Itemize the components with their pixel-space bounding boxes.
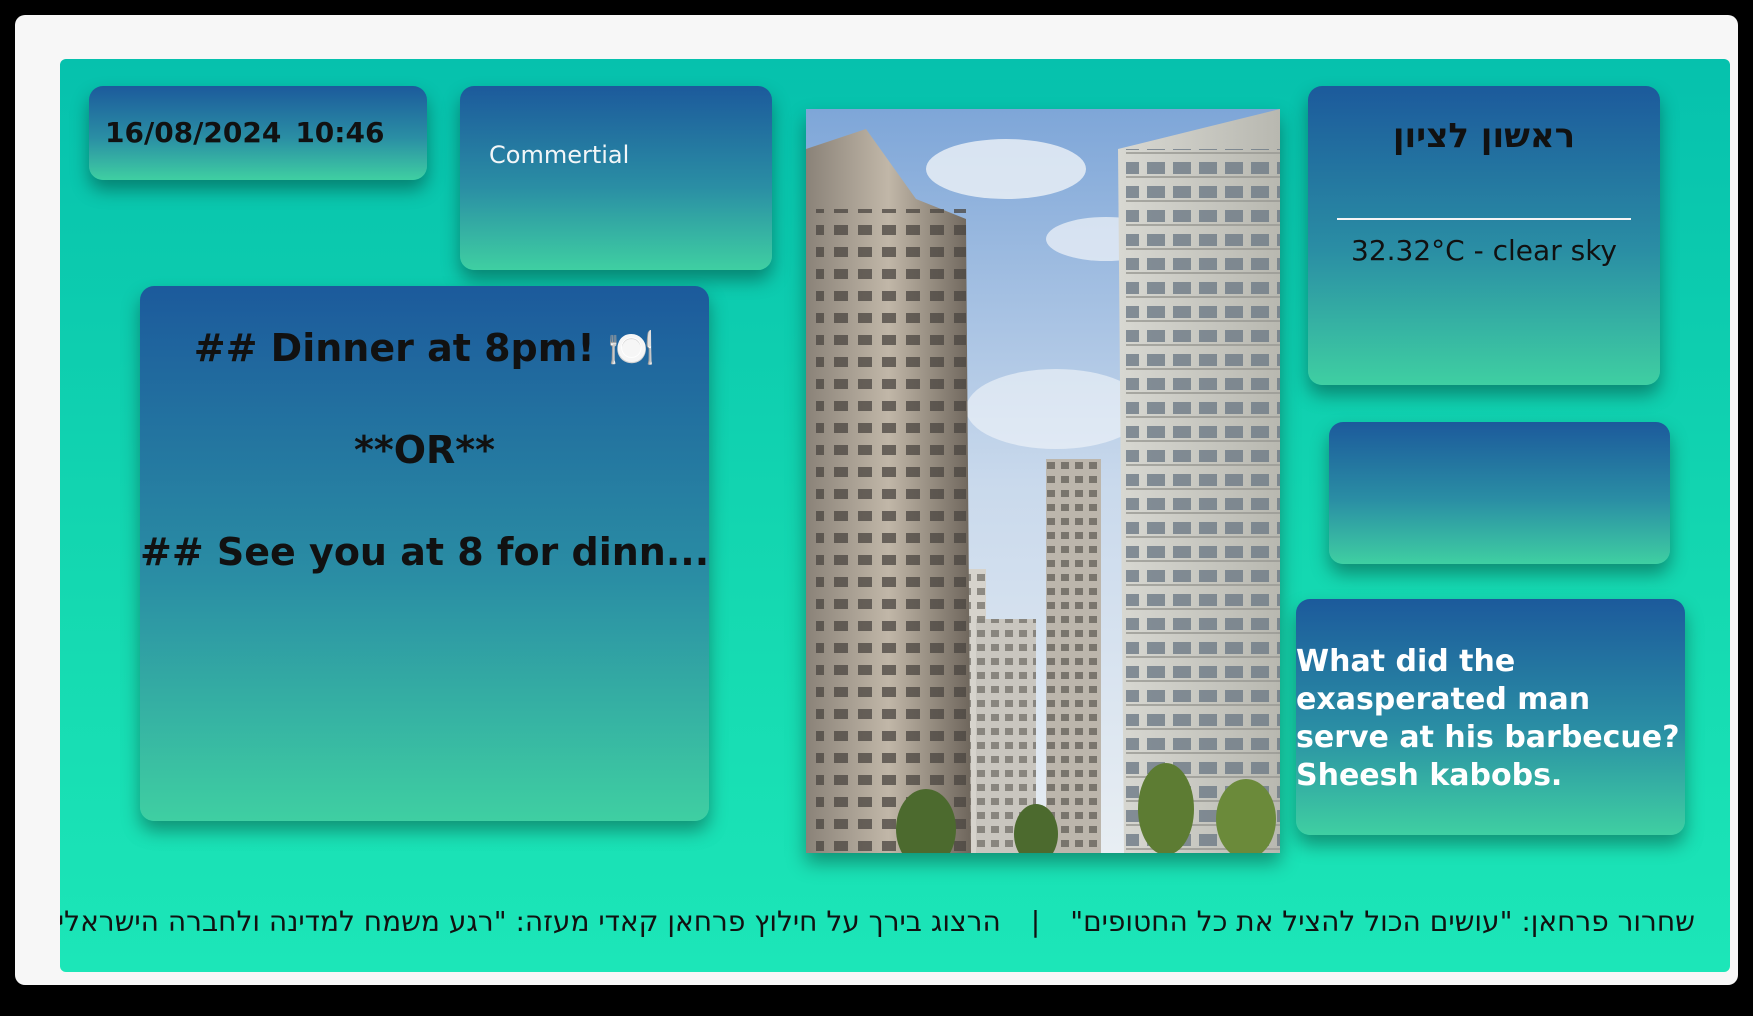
- ticker-separator: |: [1030, 905, 1041, 938]
- message-line-3: ## See you at 8 for dinn...: [140, 530, 710, 574]
- message-line-2: **OR**: [353, 428, 496, 472]
- time-text: 10:46: [295, 116, 385, 149]
- buildings-image: [806, 109, 1280, 853]
- weather-card: ראשון לציון 32.32°C - clear sky: [1308, 86, 1660, 385]
- weather-divider: [1337, 218, 1631, 220]
- apartment-towers-photo: [806, 109, 1280, 853]
- commercial-label: Commertial: [489, 141, 630, 169]
- city-name: ראשון לציון: [1392, 116, 1576, 156]
- message-card: ## Dinner at 8pm! 🍽️ **OR** ## See you a…: [140, 286, 709, 821]
- signage-screen: 16/08/2024 10:46 Commertial ## Dinner at …: [60, 59, 1730, 972]
- datetime-card: 16/08/2024 10:46: [89, 86, 427, 180]
- message-line-1: ## Dinner at 8pm! 🍽️: [193, 326, 656, 370]
- commercial-card: Commertial: [460, 86, 772, 270]
- date-text: 16/08/2024: [105, 116, 282, 149]
- ticker-item-2: הרצוג בירך על חילוץ פרחאן קאדי מעזה: "רג…: [60, 905, 1001, 938]
- news-ticker: שחרור פרחאן: "עושים הכול להציל את כל החט…: [60, 905, 1730, 945]
- display-frame: 16/08/2024 10:46 Commertial ## Dinner at …: [15, 15, 1738, 985]
- joke-text: What did the exasperated man serve at hi…: [1296, 644, 1680, 793]
- empty-widget-card: [1329, 422, 1670, 564]
- joke-card: What did the exasperated man serve at hi…: [1296, 599, 1685, 835]
- ticker-item-1: שחרור פרחאן: "עושים הכול להציל את כל החט…: [1070, 905, 1695, 938]
- temperature-text: 32.32°C - clear sky: [1351, 234, 1617, 267]
